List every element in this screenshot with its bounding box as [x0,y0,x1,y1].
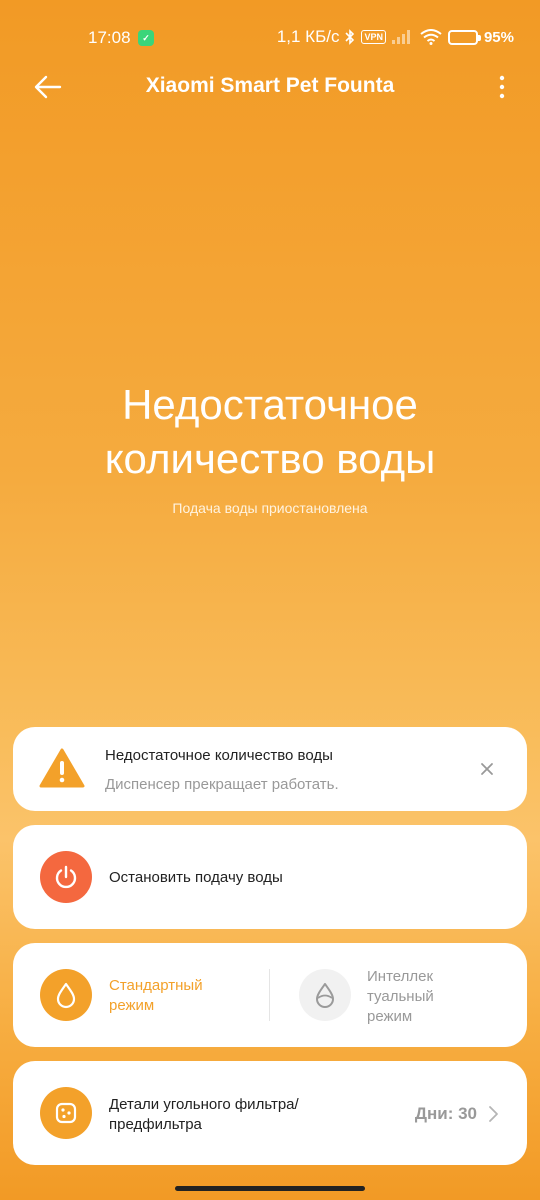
mode-divider [269,969,270,1021]
hero-title-line1: Недостаточное [122,381,418,428]
status-time: 17:08 [88,28,131,47]
mi-home-icon: ✓ [138,30,154,46]
close-icon [481,763,493,775]
app-title: Xiaomi Smart Pet Founta [145,74,395,97]
smart-mode-button[interactable] [299,969,351,1021]
standard-mode-label[interactable]: Стандартный режим [109,976,239,1016]
chevron-right-icon [489,1106,498,1122]
stop-water-card[interactable]: Остановить подачу воды [13,825,527,929]
water-drop-half-icon [316,983,334,1008]
hero-title-line2: количество воды [104,435,436,482]
hero-status: Недостаточное количество воды Подача вод… [0,378,540,516]
alert-description: Диспенсер прекращает работать. [105,776,339,793]
battery-icon [447,29,481,45]
stop-water-label: Остановить подачу воды [109,869,283,886]
water-drop-icon [56,982,76,1009]
alert-title: Недостаточное количество воды [105,747,333,764]
hero-subtitle: Подача воды приостановлена [172,500,368,516]
status-icons: 1,1 КБ/с VPN 95% [277,27,514,47]
filter-card[interactable]: Детали угольного фильтра/ предфильтра Дн… [13,1061,527,1165]
more-vertical-icon [499,75,505,99]
filter-icon-wrap [40,1087,92,1139]
filter-days-value: Дни: 30 [414,1104,477,1123]
app-bar: Xiaomi Smart Pet Founta [0,62,540,112]
filter-icon [55,1102,77,1124]
filter-label: Детали угольного фильтра/ предфильтра [109,1096,299,1133]
power-button[interactable] [40,851,92,903]
signal-icon [391,30,410,44]
wifi-icon [420,29,442,45]
warning-icon [39,748,85,788]
bluetooth-icon [345,29,355,45]
standard-mode-button[interactable] [40,969,92,1021]
network-speed: 1,1 КБ/с [276,27,340,46]
power-icon [55,865,77,889]
home-indicator[interactable] [175,1186,365,1191]
more-button[interactable] [494,72,510,102]
alert-close-button[interactable] [477,759,497,779]
smart-mode-label[interactable]: Интеллек туальный режим [367,967,457,1027]
mode-card: Стандартный режим Интеллек туальный режи… [13,943,527,1047]
battery-percent: 95% [483,28,514,46]
vpn-icon: VPN [361,30,386,44]
alert-card: Недостаточное количество воды Диспенсер … [13,727,527,811]
